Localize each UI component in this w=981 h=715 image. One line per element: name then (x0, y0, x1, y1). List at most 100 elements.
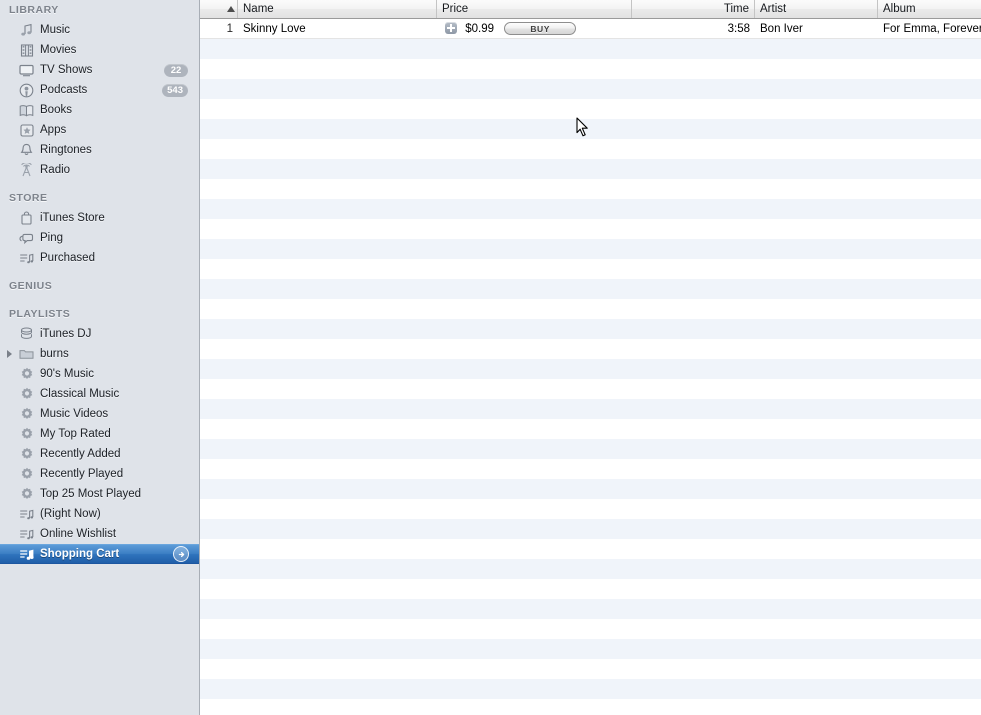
sidebar-badge-podcasts: 543 (162, 83, 188, 97)
shopping-bag-icon (18, 210, 35, 226)
sidebar-item-label: Apps (40, 124, 67, 136)
sidebar-item-burns[interactable]: burns (0, 344, 199, 364)
sidebar-item-label: Purchased (40, 252, 95, 264)
sidebar-item-recently-played[interactable]: Recently Played (0, 464, 199, 484)
sidebar-item-shopping-cart[interactable]: Shopping Cart (0, 544, 199, 564)
sidebar-badge-tv-shows: 22 (164, 63, 188, 77)
sidebar-item-purchased[interactable]: Purchased (0, 248, 199, 268)
table-row-empty (200, 239, 981, 259)
sidebar-item-label: 90's Music (40, 368, 94, 380)
table-row-empty (200, 99, 981, 119)
sidebar-item-90s-music[interactable]: 90's Music (0, 364, 199, 384)
sidebar-section-store: STORE (9, 192, 48, 204)
radio-tower-icon (18, 162, 35, 178)
table-row-empty (200, 539, 981, 559)
source-list-sidebar[interactable]: LIBRARY Music Movies TV Shows 22 Podcast… (0, 0, 200, 715)
playlist-icon (18, 506, 35, 522)
smart-gear-icon (18, 486, 35, 502)
sidebar-item-label: Online Wishlist (40, 528, 117, 540)
table-row-empty (200, 679, 981, 699)
sidebar-item-label: Music Videos (40, 408, 109, 420)
table-row-empty (200, 139, 981, 159)
smart-gear-icon (18, 466, 35, 482)
table-row-empty (200, 199, 981, 219)
cell-time: 3:58 (727, 23, 750, 35)
smart-gear-icon (18, 446, 35, 462)
table-row-empty (200, 259, 981, 279)
sidebar-item-itunes-dj[interactable]: iTunes DJ (0, 324, 199, 344)
table-row-empty (200, 39, 981, 59)
column-header-label: Name (243, 3, 274, 15)
sidebar-item-label: Top 25 Most Played (40, 488, 142, 500)
sidebar-section-library: LIBRARY (9, 4, 59, 16)
smart-gear-icon (18, 366, 35, 382)
sidebar-item-label: Radio (40, 164, 71, 176)
sidebar-item-label: Ping (40, 232, 64, 244)
sidebar-item-label: My Top Rated (40, 428, 111, 440)
sidebar-item-recently-added[interactable]: Recently Added (0, 444, 199, 464)
sidebar-item-label: Recently Added (40, 448, 121, 460)
add-to-cart-plus-icon[interactable] (445, 22, 457, 34)
sidebar-item-top-25-most-played[interactable]: Top 25 Most Played (0, 484, 199, 504)
sort-ascending-icon (227, 6, 235, 12)
table-row-empty (200, 399, 981, 419)
sidebar-item-online-wishlist[interactable]: Online Wishlist (0, 524, 199, 544)
itunes-window: LIBRARY Music Movies TV Shows 22 Podcast… (0, 0, 981, 715)
sidebar-item-ringtones[interactable]: Ringtones (0, 140, 199, 160)
table-row-empty (200, 639, 981, 659)
sidebar-item-ping[interactable]: Ping (0, 228, 199, 248)
empty-rows-filler (200, 39, 981, 715)
sidebar-item-tv-shows[interactable]: TV Shows 22 (0, 60, 199, 80)
sidebar-item-label: Books (40, 104, 72, 116)
table-row-empty (200, 379, 981, 399)
table-row-empty (200, 699, 981, 715)
column-header-label: Album (883, 3, 916, 15)
table-row-empty (200, 299, 981, 319)
column-header-artist[interactable]: Artist (755, 0, 878, 18)
table-row-empty (200, 499, 981, 519)
sidebar-item-classical-music[interactable]: Classical Music (0, 384, 199, 404)
cell-artist: Bon Iver (760, 23, 803, 35)
sidebar-item-my-top-rated[interactable]: My Top Rated (0, 424, 199, 444)
sidebar-item-music[interactable]: Music (0, 20, 199, 40)
sidebar-item-label: iTunes DJ (40, 328, 92, 340)
sidebar-item-right-now[interactable]: (Right Now) (0, 504, 199, 524)
sidebar-item-podcasts[interactable]: Podcasts 543 (0, 80, 199, 100)
sidebar-item-itunes-store[interactable]: iTunes Store (0, 208, 199, 228)
music-note-icon (18, 22, 35, 38)
sidebar-item-music-videos[interactable]: Music Videos (0, 404, 199, 424)
table-row-empty (200, 519, 981, 539)
book-icon (18, 102, 35, 118)
table-row-empty (200, 319, 981, 339)
sidebar-item-movies[interactable]: Movies (0, 40, 199, 60)
sidebar-item-label: Classical Music (40, 388, 120, 400)
apps-icon (18, 122, 35, 138)
column-header-row[interactable]: Name Price Time Artist Album Genre (200, 0, 981, 19)
column-header-album[interactable]: Album (878, 0, 981, 18)
playlist-icon (18, 250, 35, 266)
column-header-name[interactable]: Name (238, 0, 437, 18)
track-rows-container[interactable]: 1 Skinny Love $0.99 BUY 3:58 Bon Iver Fo… (200, 19, 981, 715)
table-row-empty (200, 359, 981, 379)
buy-button[interactable]: BUY (504, 22, 577, 35)
sidebar-item-label: Shopping Cart (40, 548, 120, 560)
itunes-dj-icon (18, 326, 35, 342)
table-row-empty (200, 179, 981, 199)
disclosure-triangle-icon[interactable] (7, 350, 12, 358)
arrow-right-circle-icon[interactable] (173, 546, 189, 562)
sidebar-item-label: iTunes Store (40, 212, 105, 224)
table-row-empty (200, 439, 981, 459)
sidebar-item-label: TV Shows (40, 64, 93, 76)
column-header-price[interactable]: Price (437, 0, 632, 18)
sidebar-item-label: Podcasts (40, 84, 88, 96)
table-row[interactable]: 1 Skinny Love $0.99 BUY 3:58 Bon Iver Fo… (200, 19, 981, 39)
sidebar-item-apps[interactable]: Apps (0, 120, 199, 140)
sidebar-item-radio[interactable]: Radio (0, 160, 199, 180)
track-list-pane[interactable]: Name Price Time Artist Album Genre (200, 0, 981, 715)
cell-price[interactable]: $0.99 BUY (437, 19, 632, 39)
sidebar-item-books[interactable]: Books (0, 100, 199, 120)
column-header-time[interactable]: Time (632, 0, 755, 18)
playlist-icon (18, 546, 35, 562)
smart-gear-icon (18, 386, 35, 402)
